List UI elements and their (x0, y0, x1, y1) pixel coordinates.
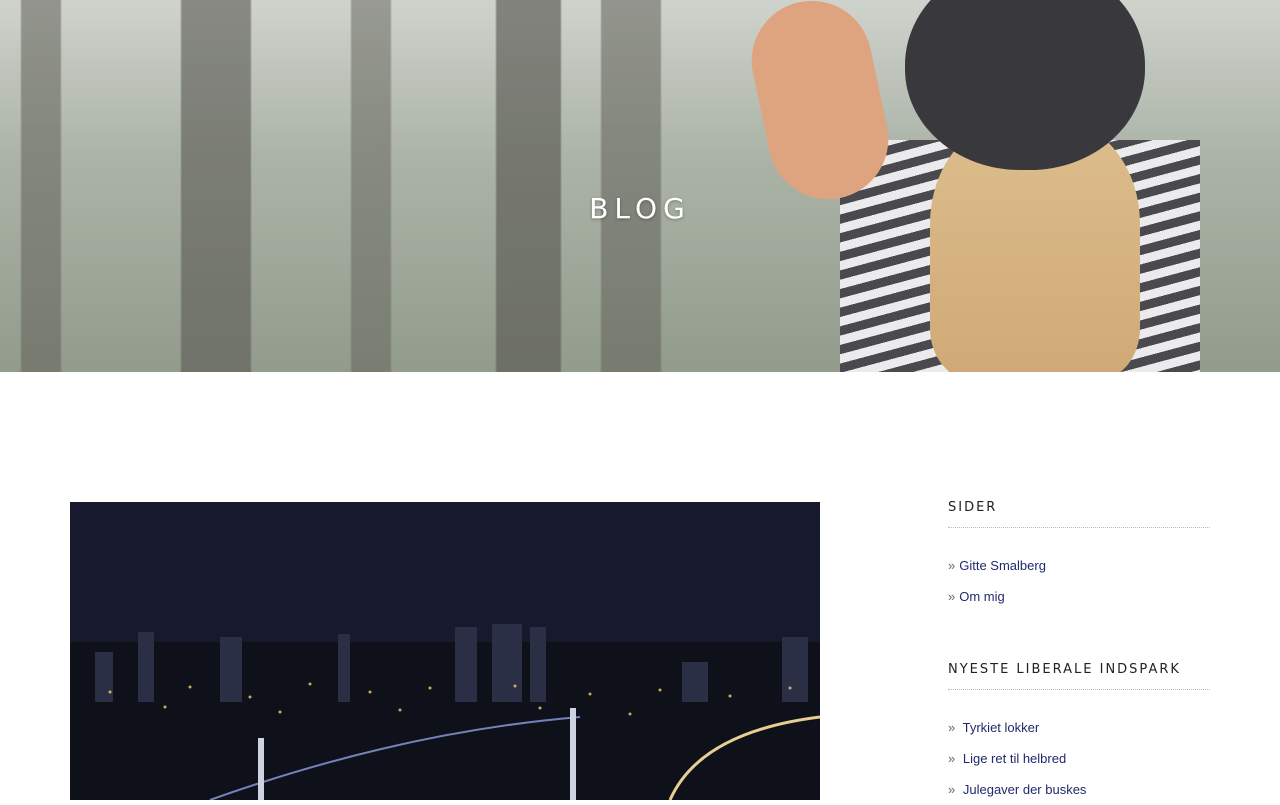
bullet-icon: » (948, 558, 956, 573)
bullet-icon: » (948, 751, 956, 766)
list-item: » Julegaver der buskes (948, 774, 1210, 805)
post-link-lige-ret-til-helbred[interactable]: Lige ret til helbred (963, 751, 1066, 766)
hero-banner: BLOG (0, 0, 1280, 372)
bullet-icon: » (948, 589, 956, 604)
pages-widget: SIDER » Gitte Smalberg » Om mig (948, 500, 1210, 612)
post-link-tyrkiet-lokker[interactable]: Tyrkiet lokker (963, 720, 1040, 735)
hero-overlay (0, 0, 1280, 372)
page-link-gitte-smalberg[interactable]: Gitte Smalberg (959, 558, 1046, 573)
recent-posts-widget-title: NYESTE LIBERALE INDSPARK (948, 662, 1210, 690)
post-featured-image[interactable] (70, 502, 820, 800)
post-link-julegaver[interactable]: Julegaver der buskes (963, 782, 1087, 797)
recent-posts-widget: NYESTE LIBERALE INDSPARK » Tyrkiet lokke… (948, 662, 1210, 805)
pages-widget-title: SIDER (948, 500, 1210, 528)
list-item: » Lige ret til helbred (948, 743, 1210, 774)
page-link-om-mig[interactable]: Om mig (959, 589, 1005, 604)
bullet-icon: » (948, 782, 956, 797)
pages-list: » Gitte Smalberg » Om mig (948, 550, 1210, 612)
bullet-icon: » (948, 720, 956, 735)
recent-posts-list: » Tyrkiet lokker » Lige ret til helbred … (948, 712, 1210, 805)
night-city-bridge-image (70, 502, 820, 800)
page-title: BLOG (589, 192, 691, 225)
list-item: » Tyrkiet lokker (948, 712, 1210, 743)
list-item: » Gitte Smalberg (948, 550, 1210, 581)
sidebar: SIDER » Gitte Smalberg » Om mig NYESTE LIB… (948, 500, 1210, 805)
list-item: » Om mig (948, 581, 1210, 612)
